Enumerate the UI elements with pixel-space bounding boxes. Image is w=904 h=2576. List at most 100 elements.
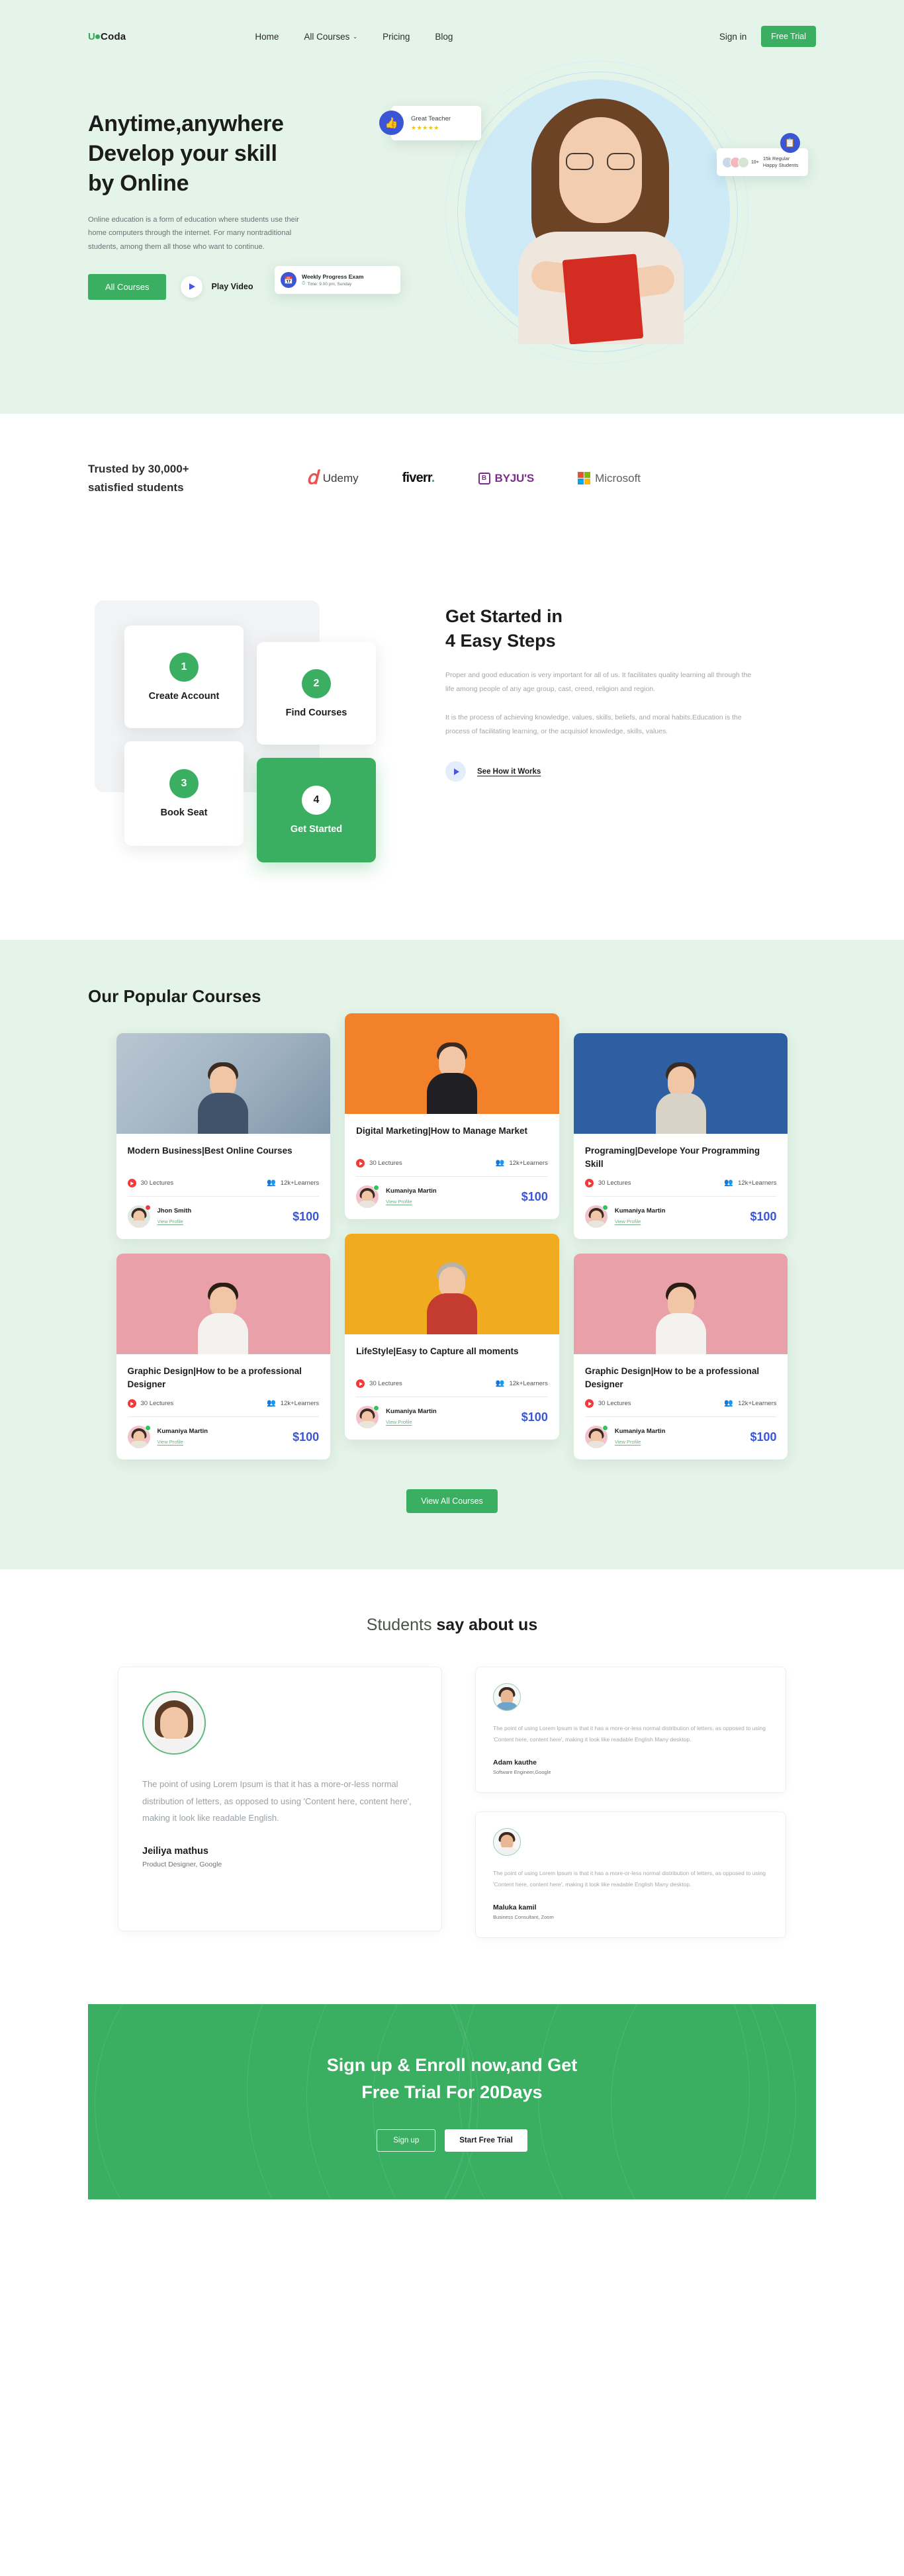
course-card[interactable]: LifeStyle|Easy to Capture all moments 30… bbox=[345, 1234, 559, 1440]
course-footer: Kumaniya Martin View Profile $100 bbox=[356, 1405, 548, 1429]
avatar bbox=[142, 1691, 206, 1755]
avatar bbox=[127, 1205, 151, 1228]
play-video-button[interactable]: Play Video bbox=[181, 275, 253, 298]
brand-label-udemy: Udemy bbox=[322, 471, 359, 484]
rating-stars-icon: ★★★★★ bbox=[411, 124, 439, 131]
students-line1: 15k Regular bbox=[762, 155, 790, 161]
divider bbox=[356, 1176, 548, 1177]
nav-label-blog: Blog bbox=[435, 31, 453, 42]
course-learners: 12k+Learners bbox=[738, 1179, 777, 1187]
testimonial-author-role: Product Designer, Google bbox=[142, 1861, 222, 1869]
byjus-glyph: Β bbox=[481, 475, 487, 482]
weekly-exam-time: Time: 9.00 pm, Sunday bbox=[307, 281, 352, 287]
fiverr-dot: . bbox=[431, 471, 435, 485]
udemy-logo-icon: ⅾ bbox=[306, 467, 318, 488]
course-price: $100 bbox=[293, 1209, 320, 1223]
course-card[interactable]: Programing|Develope Your Programming Ski… bbox=[573, 1033, 788, 1240]
avatar bbox=[738, 156, 749, 168]
free-trial-button[interactable]: Free Trial bbox=[761, 26, 816, 47]
play-icon bbox=[445, 761, 466, 782]
start-free-trial-button[interactable]: Start Free Trial bbox=[445, 2129, 527, 2152]
calendar-icon: 📅 bbox=[281, 272, 296, 288]
brand-label-fiverr: fiverr bbox=[402, 471, 432, 485]
hero-illustration: 👍 Great Teacher ★★★★★ 📋 10+ 15k Regular … bbox=[275, 60, 808, 377]
cta-title: Sign up & Enroll now,and Get Free Trial … bbox=[327, 2052, 578, 2105]
testimonial-quote: The point of using Lorem Ipsum is that i… bbox=[142, 1779, 412, 1823]
site-logo[interactable]: U Coda bbox=[88, 31, 126, 42]
steps-paragraph-1: Proper and good education is very import… bbox=[445, 671, 752, 694]
step-label: Find Courses bbox=[285, 707, 347, 718]
cta-buttons: Sign up Start Free Trial bbox=[377, 2129, 527, 2152]
course-learners: 12k+Learners bbox=[509, 1380, 548, 1388]
step-number: 3 bbox=[169, 769, 199, 798]
course-title: Graphic Design|How to be a professional … bbox=[127, 1366, 302, 1389]
testimonial-author-role: Business Consultant, Zoom bbox=[493, 1914, 554, 1921]
course-card[interactable]: Graphic Design|How to be a professional … bbox=[116, 1254, 331, 1460]
nav-item-pricing[interactable]: Pricing bbox=[383, 32, 410, 42]
view-profile-link[interactable]: View Profile bbox=[386, 1199, 412, 1205]
view-profile-link[interactable]: View Profile bbox=[386, 1419, 412, 1425]
lectures-play-icon bbox=[584, 1399, 594, 1408]
steps-title: Get Started in 4 Easy Steps bbox=[445, 604, 816, 653]
learners-icon: 👥 bbox=[267, 1399, 276, 1408]
course-card[interactable]: Modern Business|Best Online Courses 30 L… bbox=[116, 1033, 331, 1239]
testimonial-author-role: Software Engineer,Google bbox=[493, 1769, 551, 1776]
status-badge bbox=[602, 1205, 608, 1211]
course-title: Programing|Develope Your Programming Ski… bbox=[584, 1146, 760, 1169]
course-card[interactable]: Digital Marketing|How to Manage Market 3… bbox=[345, 1013, 559, 1219]
nav-item-home[interactable]: Home bbox=[255, 32, 279, 42]
view-profile-link[interactable]: View Profile bbox=[615, 1219, 641, 1224]
steps-copy: Get Started in 4 Easy Steps Proper and g… bbox=[445, 592, 816, 782]
course-lectures: 30 Lectures bbox=[140, 1179, 174, 1187]
step-card-book-seat[interactable]: 3 Book Seat bbox=[124, 741, 244, 846]
testimonial-quote: The point of using Lorem Ipsum is that i… bbox=[493, 1725, 766, 1743]
brand-label-microsoft: Microsoft bbox=[595, 471, 641, 484]
great-teacher-label: Great Teacher bbox=[411, 115, 451, 122]
thumbs-up-icon: 👍 bbox=[379, 111, 404, 135]
step-card-create-account[interactable]: 1 Create Account bbox=[124, 625, 244, 728]
see-how-it-works-link[interactable]: See How it Works bbox=[445, 761, 816, 782]
step-card-find-courses[interactable]: 2 Find Courses bbox=[257, 642, 376, 745]
avatar-more-count: 10+ bbox=[751, 160, 759, 165]
course-price: $100 bbox=[750, 1209, 777, 1223]
nav-item-all-courses[interactable]: All Courses ⌄ bbox=[304, 32, 357, 42]
courses-grid: Modern Business|Best Online Courses 30 L… bbox=[116, 1013, 788, 1460]
nav-item-blog[interactable]: Blog bbox=[435, 32, 453, 42]
all-courses-button[interactable]: All Courses bbox=[88, 273, 167, 300]
nav-links: Home All Courses ⌄ Pricing Blog bbox=[255, 32, 453, 42]
course-card[interactable]: Graphic Design|How to be a professional … bbox=[573, 1254, 788, 1460]
testimonials-title: Students say about us bbox=[0, 1616, 904, 1635]
hero-student-photo bbox=[505, 89, 697, 344]
divider bbox=[584, 1416, 777, 1418]
view-all-courses-button[interactable]: View All Courses bbox=[406, 1489, 498, 1514]
avatar bbox=[493, 1828, 521, 1857]
hero-title-line1: Anytime,anywhere bbox=[88, 111, 284, 136]
brand-label-byjus: BYJU'S bbox=[494, 471, 535, 484]
course-footer: Kumaniya Martin View Profile $100 bbox=[127, 1425, 319, 1449]
signup-button[interactable]: Sign up bbox=[377, 2129, 436, 2152]
course-price: $100 bbox=[521, 1410, 548, 1424]
steps-paragraph-2: It is the process of achieving knowledge… bbox=[445, 713, 742, 736]
course-title: Digital Marketing|How to Manage Market bbox=[356, 1126, 527, 1136]
course-learners: 12k+Learners bbox=[738, 1400, 777, 1408]
weekly-exam-title: Weekly Progress Exam bbox=[302, 273, 364, 280]
view-profile-link[interactable]: View Profile bbox=[615, 1439, 641, 1445]
cta-title-line2: Free Trial For 20Days bbox=[361, 2082, 543, 2102]
view-profile-link[interactable]: View Profile bbox=[158, 1219, 183, 1224]
learners-icon: 👥 bbox=[724, 1399, 734, 1408]
lectures-play-icon bbox=[356, 1379, 365, 1389]
course-footer: Kumaniya Martin View Profile $100 bbox=[584, 1205, 777, 1228]
testimonial-author-name: Jeiliya mathus bbox=[142, 1846, 208, 1857]
fiverr-logo-icon: fiverr. bbox=[402, 471, 435, 486]
testimonials-section: Students say about us The point of using… bbox=[0, 1569, 904, 1978]
step-label: Get Started bbox=[290, 824, 343, 835]
step-card-get-started[interactable]: 4 Get Started bbox=[257, 758, 376, 862]
sign-in-link[interactable]: Sign in bbox=[719, 32, 746, 42]
course-meta: 30 Lectures 👥 12k+Learners bbox=[127, 1179, 319, 1187]
steps-title-line1: Get Started in bbox=[445, 606, 563, 626]
view-profile-link[interactable]: View Profile bbox=[158, 1439, 183, 1445]
status-badge bbox=[602, 1425, 608, 1432]
course-lectures: 30 Lectures bbox=[369, 1380, 402, 1388]
course-lectures: 30 Lectures bbox=[598, 1400, 631, 1408]
learners-icon: 👥 bbox=[495, 1379, 505, 1388]
